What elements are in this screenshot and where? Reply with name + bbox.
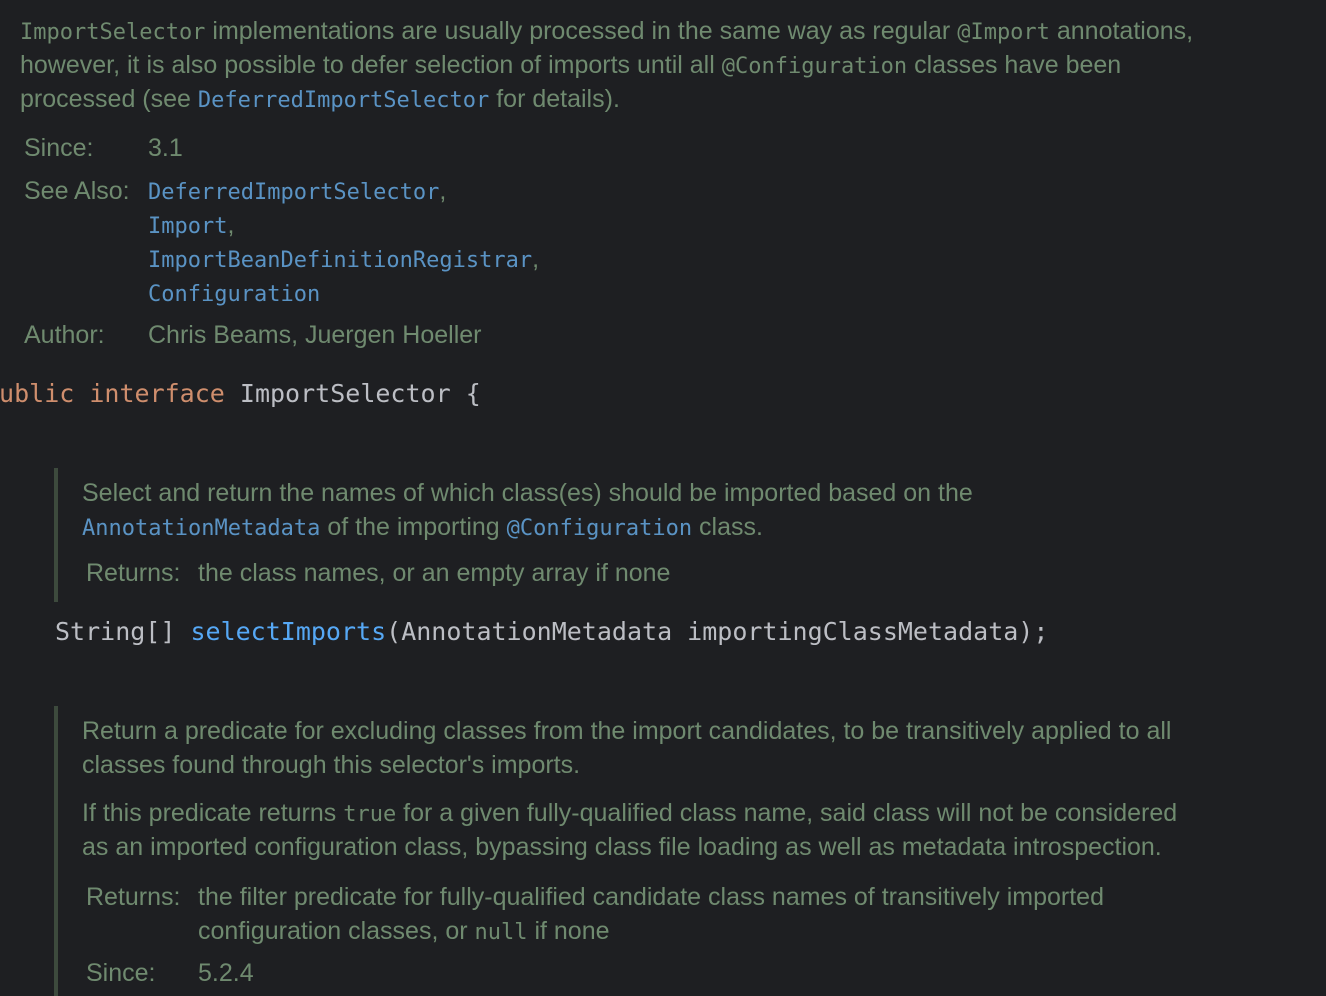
returns-label: Returns: <box>86 559 181 587</box>
open-brace: { <box>465 379 481 408</box>
interface-name[interactable]: ImportSelector <box>240 379 451 408</box>
separator: , <box>227 211 235 239</box>
separator: , <box>532 245 540 273</box>
link-deferredimportselector[interactable]: DeferredImportSelector <box>198 88 489 113</box>
link-configuration[interactable]: @Configuration <box>507 516 692 541</box>
method-2-doc-line-1: Return a predicate for excluding classes… <box>82 717 1172 745</box>
see-also-link-configuration[interactable]: Configuration <box>148 282 320 307</box>
method-1-doc-line-1: Select and return the names of which cla… <box>82 479 973 507</box>
see-also-label: See Also: <box>24 177 130 205</box>
class-doc-line-1: ImportSelector implementations are usual… <box>20 14 1193 50</box>
method-1-doc-line-2: AnnotationMetadata of the importing @Con… <box>82 510 763 546</box>
text: for a given fully-qualified class name, … <box>396 799 1178 827</box>
separator: , <box>439 177 447 205</box>
link-annotationmetadata[interactable]: AnnotationMetadata <box>82 516 320 541</box>
returns-value-line-1: the filter predicate for fully-qualified… <box>198 883 1104 911</box>
see-also-item: ImportBeanDefinitionRegistrar, <box>148 242 539 278</box>
keyword-public: public <box>0 379 75 408</box>
interface-declaration: public interface ImportSelector { <box>0 377 481 411</box>
author-value: Chris Beams, Juergen Hoeller <box>148 321 482 349</box>
returns-value: the class names, or an empty array if no… <box>198 559 671 587</box>
method-2-doc-line-3: If this predicate returns true for a giv… <box>82 796 1177 832</box>
author-label: Author: <box>24 321 105 349</box>
method-2-doc-line-4: as an imported configuration class, bypa… <box>82 833 1162 861</box>
keyword-interface: interface <box>89 379 225 408</box>
text: however, it is also possible to defer se… <box>20 51 722 79</box>
text: class. <box>692 513 763 541</box>
see-also-item: DeferredImportSelector, <box>148 174 446 210</box>
since-label: Since: <box>86 959 156 987</box>
class-doc-line-3: processed (see DeferredImportSelector fo… <box>20 82 620 118</box>
method-1-signature: String[] selectImports(AnnotationMetadat… <box>55 615 1048 649</box>
since-label: Since: <box>24 134 94 162</box>
text: annotations, <box>1049 17 1194 45</box>
see-also-link-importbeandefinitionregistrar[interactable]: ImportBeanDefinitionRegistrar <box>148 248 532 273</box>
doc-comment-bar <box>54 706 58 996</box>
see-also-link-import[interactable]: Import <box>148 214 227 239</box>
code-import-annotation: @Import <box>957 20 1050 45</box>
doc-comment-bar <box>54 468 58 602</box>
see-also-link-deferredimportselector[interactable]: DeferredImportSelector <box>148 180 439 205</box>
code-configuration-annotation: @Configuration <box>721 54 908 79</box>
text: processed (see <box>20 85 198 113</box>
since-value: 3.1 <box>148 134 183 162</box>
see-also-item: Configuration <box>148 276 320 312</box>
class-doc-line-2: however, it is also possible to defer se… <box>20 48 1121 84</box>
text: for details). <box>489 85 620 113</box>
text: classes have been <box>907 51 1122 79</box>
method-2-doc-line-2: classes found through this selector's im… <box>82 751 581 779</box>
text: configuration classes, or <box>198 917 475 945</box>
returns-value-line-2: configuration classes, or null if none <box>198 914 610 950</box>
text: of the importing <box>320 513 507 541</box>
code-importselector: ImportSelector <box>20 20 206 45</box>
return-type: String[] <box>55 617 191 646</box>
code-true: true <box>343 802 397 827</box>
text: if none <box>527 917 610 945</box>
returns-label: Returns: <box>86 883 181 911</box>
text: If this predicate returns <box>82 799 344 827</box>
method-name-selectimports[interactable]: selectImports <box>190 617 386 646</box>
since-value: 5.2.4 <box>198 959 254 987</box>
code-null: null <box>474 920 528 945</box>
see-also-item: Import, <box>148 208 234 244</box>
method-params: (AnnotationMetadata importingClassMetada… <box>386 617 1049 646</box>
text: implementations are usually processed in… <box>205 17 958 45</box>
